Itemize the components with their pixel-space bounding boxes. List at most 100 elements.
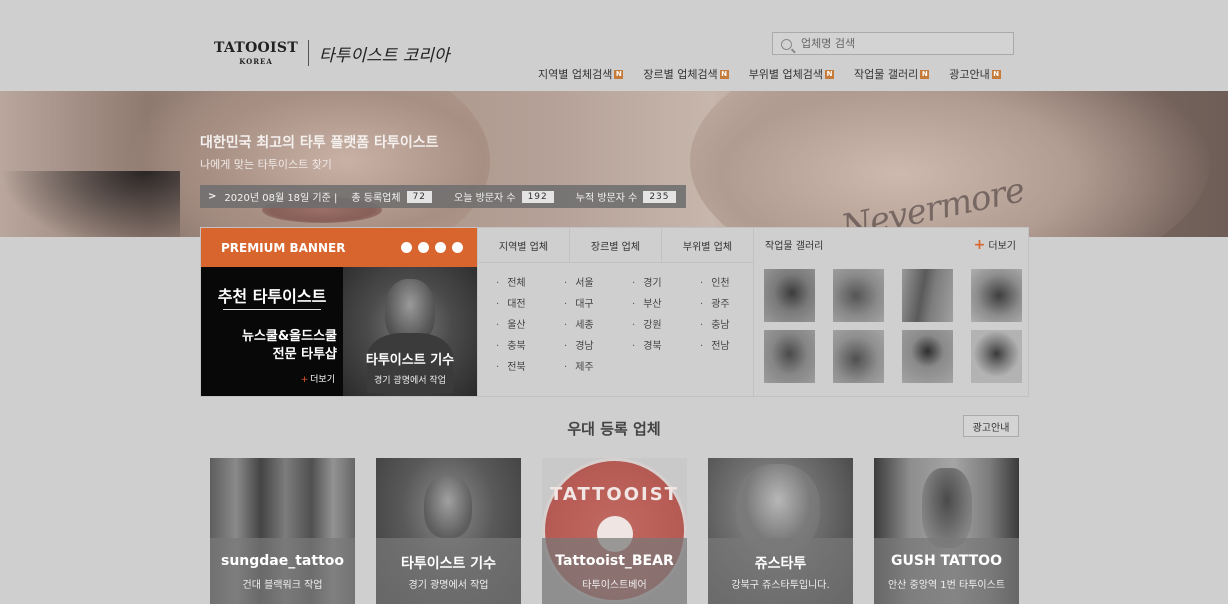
more-label: 더보기 <box>988 241 1016 252</box>
shop-card[interactable]: 쥬스타투 강북구 쥬스타투입니다. <box>708 458 853 604</box>
region-link[interactable]: 서울 <box>564 276 632 292</box>
gallery-thumbnail[interactable] <box>764 330 815 383</box>
registered-count: 72 <box>406 190 433 203</box>
logo-english-main: TATOOIST <box>214 40 299 56</box>
arm-tattoo-image <box>922 468 972 548</box>
total-visitors-count: 235 <box>643 190 676 203</box>
region-link[interactable]: 강원 <box>632 318 700 334</box>
hero-title: 대한민국 최고의 타투 플랫폼 타투이스트 <box>200 135 439 151</box>
main-nav: 지역별 업체검색 N 장르별 업체검색 N 부위별 업체검색 N 작업물 갤러리… <box>538 66 1001 82</box>
today-visitors-label: 오늘 방문자 수 <box>454 193 516 204</box>
region-link[interactable]: 인천 <box>700 276 760 292</box>
carousel-dot[interactable] <box>401 242 412 253</box>
search-input[interactable] <box>801 37 1001 50</box>
nav-ad-info[interactable]: 광고안내 N <box>949 66 1001 82</box>
gallery-thumbnail[interactable] <box>902 269 953 322</box>
region-link[interactable]: 충남 <box>700 318 760 334</box>
search-icon[interactable] <box>781 38 792 50</box>
new-badge: N <box>825 69 835 79</box>
region-link[interactable]: 대전 <box>496 297 564 313</box>
premium-artist-image[interactable]: 타투이스트 기수 경기 광명에서 작업 <box>343 267 477 396</box>
logo-korean: 타투이스트 코리아 <box>319 45 450 66</box>
gallery-thumbnail[interactable] <box>971 330 1022 383</box>
nav-label: 작업물 갤러리 <box>854 68 919 81</box>
today-visitors-count: 192 <box>521 190 554 203</box>
premium-banner-title: PREMIUM BANNER <box>221 240 346 255</box>
shop-card[interactable]: TATTOOIST Tattooist_BEAR 타투이스트베어 <box>542 458 687 604</box>
shop-card[interactable]: GUSH TATTOO 안산 중앙역 1번 타투이스트 <box>874 458 1019 604</box>
stats-date: 2020년 08월 18일 기준 | <box>224 193 338 204</box>
nav-genre-search[interactable]: 장르별 업체검색 N <box>643 66 729 82</box>
logo-english-sub: KOREA <box>239 57 273 66</box>
gallery-thumbnail[interactable] <box>971 269 1022 322</box>
premium-artist-name: 타투이스트 기수 <box>365 353 455 368</box>
shop-name: GUSH TATTOO <box>891 553 1002 569</box>
premium-banner-slide[interactable]: 추천 타투이스트 뉴스쿨&올드스쿨 전문 타투샵 + 더보기 타투이스트 기수 경… <box>201 267 477 396</box>
site-logo[interactable]: TATOOIST KOREA 타투이스트 코리아 <box>214 40 450 66</box>
premium-artist-desc: 경기 광명에서 작업 <box>374 376 446 386</box>
shop-card[interactable]: 타투이스트 기수 경기 광명에서 작업 <box>376 458 521 604</box>
region-link[interactable]: 대구 <box>564 297 632 313</box>
hero-banner: Nevermore <box>0 91 1228 237</box>
hero-clothing-image <box>0 171 180 237</box>
tab-genre[interactable]: 장르별 업체 <box>570 228 662 262</box>
nav-body-part-search[interactable]: 부위별 업체검색 N <box>748 66 835 82</box>
shop-desc: 건대 블랙워크 작업 <box>242 580 323 591</box>
carousel-dot[interactable] <box>435 242 446 253</box>
region-link[interactable]: 전남 <box>700 339 760 355</box>
card-overlay <box>210 538 355 604</box>
carousel-dot[interactable] <box>452 242 463 253</box>
gallery-thumbnail[interactable] <box>833 330 884 383</box>
shop-desc: 경기 광명에서 작업 <box>408 580 489 591</box>
nav-gallery[interactable]: 작업물 갤러리 N <box>854 66 930 82</box>
logo-english: TATOOIST KOREA <box>214 40 298 66</box>
shop-name: 타투이스트 기수 <box>400 556 497 572</box>
carousel-dots <box>395 242 463 253</box>
shop-name: sungdae_tattoo <box>220 553 344 569</box>
region-link[interactable]: 경기 <box>632 276 700 292</box>
new-badge: N <box>991 69 1001 79</box>
gallery-more-link[interactable]: + 더보기 <box>974 237 1016 253</box>
shop-name: 쥬스타투 <box>754 556 807 572</box>
region-link[interactable]: 부산 <box>632 297 700 313</box>
region-list: 전체 서울 경기 인천 대전 대구 부산 광주 울산 세종 강원 충남 충북 경… <box>496 276 760 376</box>
portrait-tattoo-image <box>424 476 472 538</box>
nav-label: 부위별 업체검색 <box>748 68 824 81</box>
recommend-more-link[interactable]: + 더보기 <box>301 372 335 385</box>
region-link[interactable]: 경남 <box>564 339 632 355</box>
region-link[interactable]: 전체 <box>496 276 564 292</box>
gallery-thumbnail[interactable] <box>833 269 884 322</box>
more-label: 더보기 <box>310 375 335 385</box>
section-title: 우대 등록 업체 <box>567 420 661 438</box>
card-overlay <box>874 538 1019 604</box>
carousel-dot[interactable] <box>418 242 429 253</box>
total-visitors-label: 누적 방문자 수 <box>575 193 638 204</box>
search-box[interactable] <box>772 32 1014 55</box>
ad-info-button[interactable]: 광고안내 <box>963 415 1019 437</box>
region-link[interactable]: 세종 <box>564 318 632 334</box>
region-link[interactable]: 광주 <box>700 297 760 313</box>
premium-banner-header: PREMIUM BANNER <box>201 228 477 267</box>
tab-region[interactable]: 지역별 업체 <box>478 228 570 262</box>
region-link[interactable]: 전북 <box>496 360 564 376</box>
hero-subtitle: 나에게 맞는 타투이스트 찾기 <box>200 158 332 171</box>
category-box: 지역별 업체 장르별 업체 부위별 업체 전체 서울 경기 인천 대전 대구 부… <box>477 228 754 396</box>
gallery-header: 작업물 갤러리 + 더보기 <box>754 228 1028 261</box>
gallery-thumbnails <box>764 269 1022 383</box>
registered-label: 총 등록업체 <box>351 193 401 204</box>
gallery-thumbnail[interactable] <box>902 330 953 383</box>
nav-region-search[interactable]: 지역별 업체검색 N <box>538 66 624 82</box>
plus-icon: + <box>973 236 986 253</box>
region-link[interactable]: 충북 <box>496 339 564 355</box>
gallery-thumbnail[interactable] <box>764 269 815 322</box>
shop-card[interactable]: sungdae_tattoo 건대 블랙워크 작업 <box>210 458 355 604</box>
region-link[interactable]: 경북 <box>632 339 700 355</box>
nav-label: 광고안내 <box>949 68 990 81</box>
tab-body-part[interactable]: 부위별 업체 <box>662 228 753 262</box>
logo-divider <box>308 40 310 66</box>
divider <box>223 309 321 310</box>
region-link[interactable]: 울산 <box>496 318 564 334</box>
card-overlay <box>542 538 687 604</box>
region-link[interactable]: 제주 <box>564 360 632 376</box>
plus-icon: + <box>300 375 309 385</box>
